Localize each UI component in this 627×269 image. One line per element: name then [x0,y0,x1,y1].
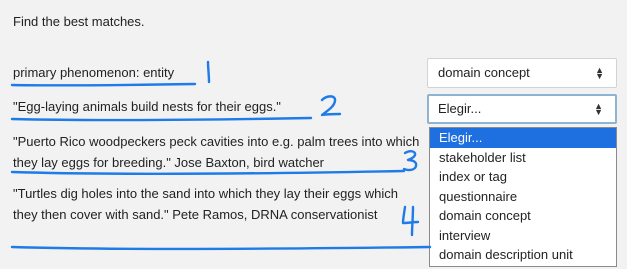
match-select-2-dropdown: Elegir... stakeholder list index or tag … [429,127,617,267]
dropdown-option-questionnaire[interactable]: questionnaire [430,187,616,207]
dropdown-option-elegir[interactable]: Elegir... [430,128,616,148]
match-select-2[interactable]: Elegir... ▲ ▼ [427,94,617,124]
dropdown-option-stakeholder-list[interactable]: stakeholder list [430,148,616,168]
dropdown-option-domain-description-unit[interactable]: domain description unit [430,245,616,265]
match-stem-4: "Turtles dig holes into the sand into wh… [13,186,398,222]
annotation-underline-1 [10,82,197,87]
match-stem-1: primary phenomenon: entity [13,65,175,80]
question-instruction: Find the best matches. [13,14,145,29]
match-select-2-value: Elegir... [438,101,482,116]
matching-question: Find the best matches. primary phenomeno… [0,0,627,269]
match-stem-3: "Puerto Rico woodpeckers peck cavities i… [13,134,420,170]
annotation-underline-2 [10,116,313,122]
annotation-underline-4 [10,245,432,251]
up-down-caret-icon: ▲ ▼ [594,101,603,117]
dropdown-option-domain-concept[interactable]: domain concept [430,206,616,226]
up-down-caret-icon: ▲ ▼ [595,65,604,81]
dropdown-option-interview[interactable]: interview [430,226,616,246]
dropdown-option-index-or-tag[interactable]: index or tag [430,167,616,187]
match-stem-2: "Egg-laying animals build nests for thei… [13,99,281,114]
match-select-1-value: domain concept [438,65,530,80]
match-select-1[interactable]: domain concept ▲ ▼ [427,58,617,88]
